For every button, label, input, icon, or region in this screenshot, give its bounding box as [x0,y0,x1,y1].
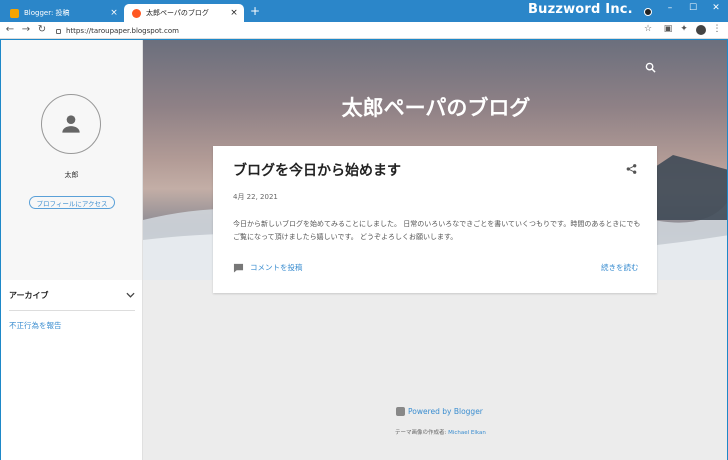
person-icon [62,115,80,133]
owner-name: 太郎 [64,171,79,179]
forward-arrow-icon[interactable]: → [20,24,32,35]
archive-toggle[interactable]: アーカイブ [9,288,135,302]
chevron-down-icon [126,292,135,298]
read-more-link[interactable]: 続きを読む [601,262,639,273]
tab-close-icon[interactable]: × [228,8,240,18]
reload-icon[interactable]: ↻ [36,24,48,35]
new-tab-button[interactable]: + [250,5,260,17]
lock-icon [56,29,61,34]
bookmark-star-icon[interactable]: ☆ [642,24,654,34]
extension-icon[interactable]: ▣ [662,24,674,34]
archive-label: アーカイブ [9,290,49,300]
back-arrow-icon[interactable]: ← [4,24,16,35]
comment-link-label: コメントを投稿 [250,263,303,272]
theme-credit: テーマ画像の作成者: Michael Elkan [395,428,486,436]
url-text: https://taroupaper.blogspot.com [66,26,179,35]
post-body: 今日から新しいブログを始めてみることにしました。 日常のいろいろなできごとを書い… [233,220,641,241]
search-icon[interactable] [645,58,656,77]
comment-icon [233,263,244,273]
maximize-button[interactable]: ☐ [683,3,703,13]
blogger-favicon-icon [132,8,141,18]
blogger-logo-icon [396,407,405,416]
tab-close-icon[interactable]: × [108,8,120,18]
minimize-button[interactable]: – [660,3,680,13]
address-bar[interactable]: https://taroupaper.blogspot.com [56,24,656,37]
account-avatar-icon[interactable] [696,25,706,35]
profile-panel: 太郎 プロフィールにアクセス [1,40,142,280]
post-comment-link[interactable]: コメントを投稿 [233,262,303,273]
blog-title[interactable]: 太郎ペーパのブログ [143,92,727,122]
credit-author-link[interactable]: Michael Elkan [448,430,486,436]
profile-indicator-icon[interactable] [644,8,652,16]
credit-prefix: テーマ画像の作成者: [395,430,447,436]
browser-tabstrip: Blogger: 投稿 × 太郎ペーパのブログ × + Buzzword Inc… [0,0,728,22]
tab-blogger-posts[interactable]: Blogger: 投稿 × [2,4,124,22]
browser-toolbar: ← → ↻ https://taroupaper.blogspot.com ☆ … [0,22,728,39]
powered-label: Powered by Blogger [408,407,483,416]
post-date[interactable]: 4月 22, 2021 [233,192,278,202]
post-card: ブログを今日から始めます 4月 22, 2021 今日から新しいブログを始めてみ… [213,146,657,293]
report-abuse-link[interactable]: 不正行為を報告 [9,320,62,331]
tab-title: Blogger: 投稿 [24,9,70,17]
blog-page: 太郎 プロフィールにアクセス アーカイブ 不正行為を報告 太郎ペーパのブログ ブ… [0,40,728,460]
tab-blog[interactable]: 太郎ペーパのブログ × [124,4,244,22]
tab-title: 太郎ペーパのブログ [146,9,209,17]
brand-watermark: Buzzword Inc. [528,2,633,17]
share-icon[interactable] [626,160,637,179]
divider [9,310,135,311]
sidebar: 太郎 プロフィールにアクセス アーカイブ 不正行為を報告 [1,40,143,460]
blogger-favicon-icon [10,8,19,18]
avatar[interactable] [41,94,101,154]
post-title[interactable]: ブログを今日から始めます [233,160,401,180]
visit-profile-button[interactable]: プロフィールにアクセス [29,196,115,209]
powered-by-blogger-link[interactable]: Powered by Blogger [396,407,483,416]
menu-kebab-icon[interactable]: ⋮ [711,24,723,34]
puzzle-icon[interactable]: ✦ [678,24,690,34]
close-window-button[interactable]: ✕ [706,3,726,13]
